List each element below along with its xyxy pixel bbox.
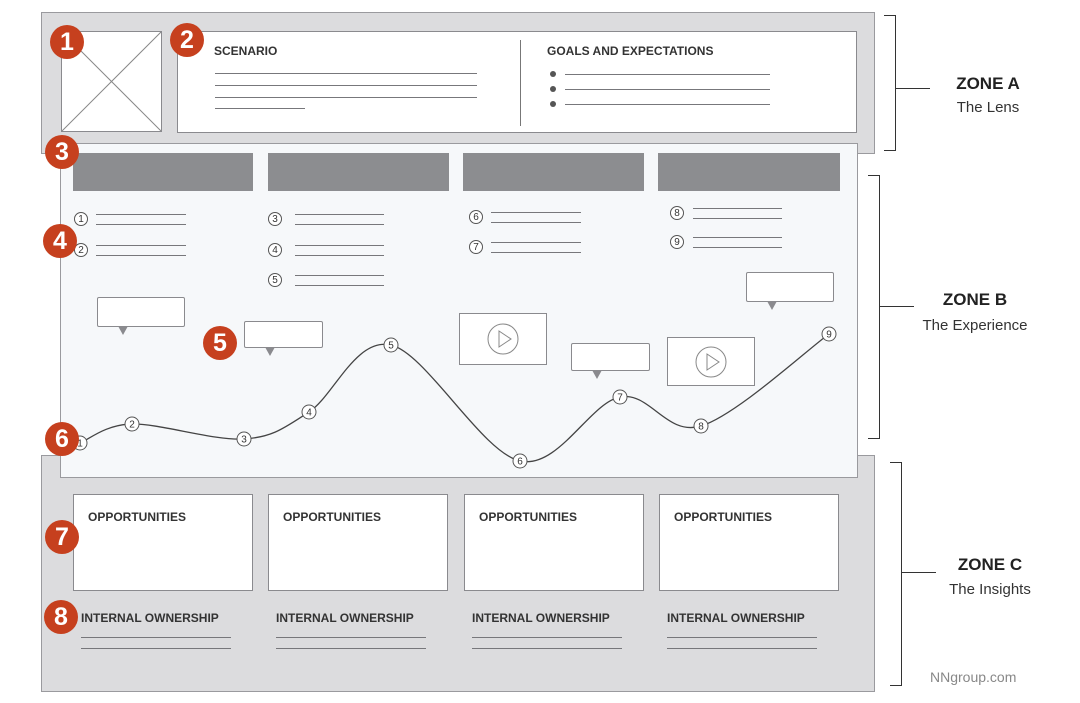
zone-a-bracket xyxy=(884,15,896,151)
curve-point: 7 xyxy=(612,389,628,405)
credit: NNgroup.com xyxy=(930,669,1017,685)
curve-line xyxy=(79,333,830,463)
curve-point-label: 7 xyxy=(617,393,623,404)
curve-point: 3 xyxy=(236,431,252,447)
callout-badge-1: 1 xyxy=(50,25,84,59)
callout-badge-8: 8 xyxy=(44,600,78,634)
zone-c-bracket xyxy=(890,462,902,686)
callout-badge-3: 3 xyxy=(45,135,79,169)
curve-point: 8 xyxy=(693,418,709,434)
zone-b-subtitle: The Experience xyxy=(922,317,1028,334)
zone-a-subtitle: The Lens xyxy=(956,99,1020,116)
curve-point-label: 8 xyxy=(698,422,704,433)
zone-a-label: ZONE A xyxy=(956,74,1020,93)
callout-badge-6: 6 xyxy=(45,422,79,456)
callout-badge-7: 7 xyxy=(45,520,79,554)
zone-c-label: ZONE C xyxy=(957,555,1023,574)
curve-point-label: 4 xyxy=(306,408,312,419)
callout-badge-4: 4 xyxy=(43,224,77,258)
curve-point: 9 xyxy=(821,326,837,342)
curve-point: 4 xyxy=(301,404,317,420)
curve-point: 6 xyxy=(512,453,528,469)
curve-point-label: 2 xyxy=(129,420,135,431)
curve-point: 5 xyxy=(383,337,399,353)
zone-c-subtitle: The Insights xyxy=(949,581,1031,598)
callout-badge-5: 5 xyxy=(203,326,237,360)
zone-b-bracket xyxy=(868,175,880,439)
curve-point-label: 5 xyxy=(388,341,394,352)
zone-b-label: ZONE B xyxy=(942,290,1008,309)
curve-point-label: 6 xyxy=(517,457,523,468)
curve-point-label: 3 xyxy=(241,435,247,446)
curve-point: 2 xyxy=(124,416,140,432)
curve-point-label: 9 xyxy=(826,330,832,341)
callout-badge-2: 2 xyxy=(170,23,204,57)
